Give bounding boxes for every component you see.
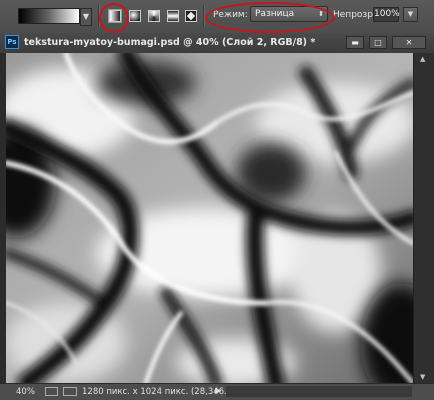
mode-select[interactable]: Разница ⬍: [250, 6, 328, 22]
photoshop-icon: Ps: [5, 35, 19, 49]
horizontal-scrollbar[interactable]: [226, 386, 412, 397]
diamond-gradient-icon[interactable]: [185, 10, 197, 22]
mode-select-value: Разница: [255, 9, 295, 19]
angle-gradient-icon[interactable]: [148, 10, 160, 22]
document-titlebar[interactable]: Ps tekstura-myatoy-bumagi.psd @ 40% (Сло…: [0, 33, 434, 54]
document-title: tekstura-myatoy-bumagi.psd @ 40% (Слой 2…: [24, 37, 316, 48]
gradient-picker-dropdown[interactable]: ▼: [80, 8, 92, 26]
status-bar: 40% 1280 пикс. x 1024 пикс. (28,346... ▶: [0, 383, 434, 400]
vertical-scrollbar[interactable]: ▲ ▼: [413, 53, 434, 383]
options-bar: ▼ Режим: Разница ⬍ Непрозр.: 100% ▼: [0, 0, 434, 34]
scroll-down-icon[interactable]: ▼: [420, 373, 425, 381]
separator: [203, 5, 205, 27]
texture-image: [6, 53, 413, 383]
radial-gradient-icon[interactable]: [129, 10, 141, 22]
document-canvas[interactable]: [6, 53, 413, 383]
separator: [98, 5, 100, 27]
mode-label: Режим:: [213, 10, 248, 20]
close-button[interactable]: ✕: [392, 36, 426, 49]
maximize-button[interactable]: □: [369, 36, 387, 49]
opacity-dropdown[interactable]: ▼: [403, 7, 418, 22]
document-info-icon[interactable]: [63, 387, 77, 396]
document-info: 1280 пикс. x 1024 пикс. (28,346...: [82, 387, 233, 397]
opacity-field[interactable]: 100%: [373, 7, 400, 22]
reflected-gradient-icon[interactable]: [167, 10, 179, 22]
gradient-picker[interactable]: [18, 8, 80, 24]
share-icon[interactable]: [45, 387, 58, 396]
chevron-updown-icon: ⬍: [318, 10, 324, 18]
zoom-level[interactable]: 40%: [16, 387, 35, 397]
status-menu-arrow[interactable]: ▶: [215, 386, 221, 395]
linear-gradient-icon[interactable]: [108, 9, 122, 23]
opacity-label: Непрозр.:: [333, 10, 379, 20]
minimize-button[interactable]: ▬: [346, 36, 364, 49]
scroll-up-icon[interactable]: ▲: [420, 55, 425, 63]
